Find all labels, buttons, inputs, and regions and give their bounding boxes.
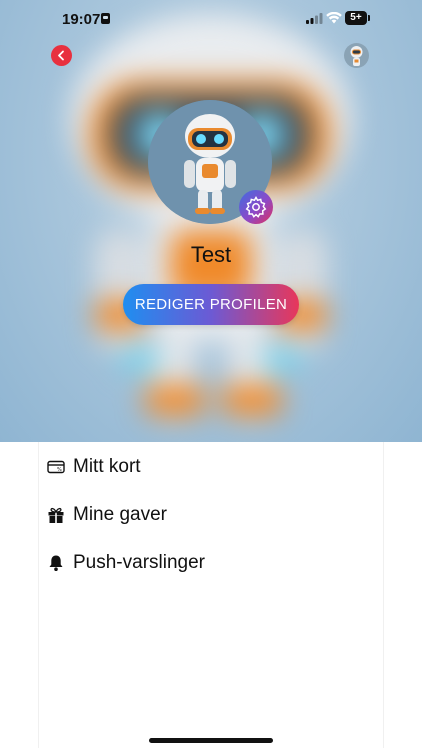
menu-item-label: Mine gaver	[73, 504, 167, 525]
id-card-icon	[101, 13, 110, 24]
home-indicator[interactable]	[149, 738, 273, 743]
svg-text:%: %	[57, 467, 62, 473]
status-bar: 19:07 5+	[0, 0, 422, 38]
menu-item-label: Mitt kort	[73, 456, 141, 477]
profile-name: Test	[190, 242, 232, 267]
battery-indicator: 5+	[345, 11, 370, 25]
profile-header: 19:07 5+ Test REDIGER PROFILEN	[0, 0, 422, 442]
menu-item-my-card[interactable]: % Mitt kort	[39, 447, 385, 487]
card-icon: %	[47, 460, 65, 474]
status-time: 19:07	[62, 11, 101, 28]
cellular-signal-icon	[306, 13, 323, 24]
chevron-left-icon	[58, 50, 64, 61]
back-button[interactable]	[51, 45, 72, 66]
edit-profile-button[interactable]: REDIGER PROFILEN	[123, 284, 299, 325]
menu-item-my-gifts[interactable]: Mine gaver	[39, 495, 385, 535]
bell-icon	[49, 555, 63, 571]
robot-avatar-icon	[350, 46, 363, 66]
user-avatar-button[interactable]	[344, 43, 369, 68]
avatar-settings-button[interactable]	[239, 190, 273, 224]
menu-item-push-notifications[interactable]: Push-varslinger	[39, 543, 385, 583]
menu-item-label: Push-varslinger	[73, 552, 205, 573]
profile-menu: % Mitt kort Mine gaver Push-varslinger	[38, 442, 384, 748]
gear-icon	[245, 196, 267, 218]
wifi-icon	[326, 12, 342, 24]
gift-icon	[48, 507, 64, 523]
